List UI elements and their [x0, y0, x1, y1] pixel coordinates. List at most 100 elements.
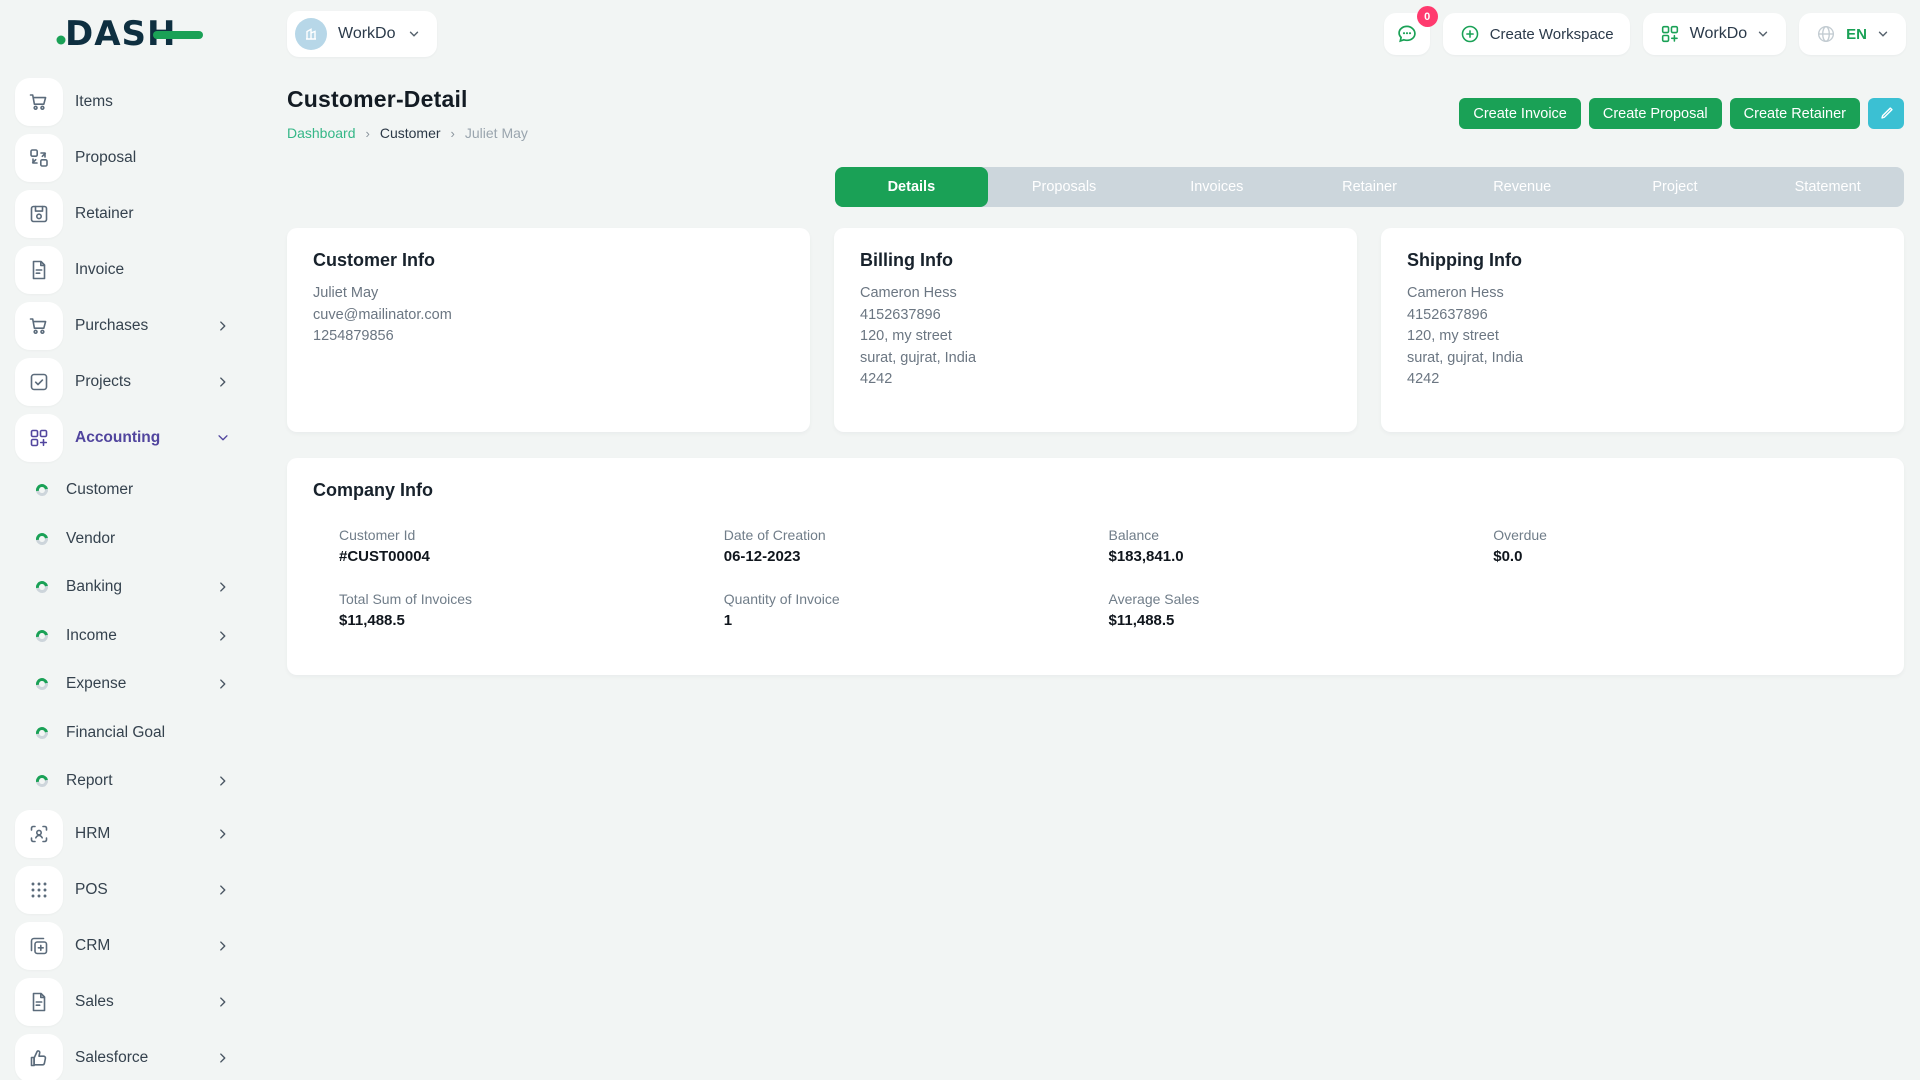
grid-plus-icon — [15, 414, 63, 462]
sidebar-item-report[interactable]: Report — [0, 757, 260, 806]
thumbs-up-icon — [15, 1034, 63, 1080]
field-label: Overdue — [1493, 527, 1878, 543]
breadcrumb-separator-icon: › — [451, 126, 455, 141]
submenu-bullet-icon — [34, 482, 51, 499]
submenu-bullet-icon — [34, 724, 51, 741]
chat-bubble-icon — [1395, 22, 1419, 46]
field-label: Customer Id — [339, 527, 724, 543]
sidebar-item-proposal[interactable]: Proposal — [0, 130, 260, 186]
sidebar-item-sales[interactable]: Sales — [0, 974, 260, 1030]
sidebar-item-label: Proposal — [75, 149, 136, 167]
sidebar-item-label: POS — [75, 881, 108, 899]
breadcrumb-customer-link[interactable]: Customer — [380, 125, 441, 141]
workdo-app-menu[interactable]: WorkDo — [1643, 13, 1787, 55]
breadcrumb-current: Juliet May — [465, 125, 528, 141]
sidebar-item-label: Report — [66, 772, 113, 790]
shipping-info-line: 120, my street — [1407, 326, 1878, 348]
building-icon — [303, 26, 319, 42]
sidebar-item-customer[interactable]: Customer — [0, 466, 260, 515]
shipping-info-line: 4242 — [1407, 369, 1878, 391]
create-workspace-button[interactable]: Create Workspace — [1443, 13, 1630, 55]
submenu-bullet-icon — [34, 530, 51, 547]
tab-statement[interactable]: Statement — [1751, 167, 1904, 207]
sidebar-item-financial-goal[interactable]: Financial Goal — [0, 709, 260, 758]
sidebar-item-label: Retainer — [75, 205, 134, 223]
create-invoice-button[interactable]: Create Invoice — [1459, 98, 1581, 129]
sidebar-item-expense[interactable]: Expense — [0, 660, 260, 709]
workspace-selector[interactable]: WorkDo — [287, 11, 437, 57]
tab-retainer[interactable]: Retainer — [1293, 167, 1446, 207]
pencil-icon — [1879, 106, 1894, 121]
shipping-info-card: Shipping Info Cameron Hess4152637896120, … — [1381, 228, 1904, 432]
customer-info-card: Customer InfoJuliet Maycuve@mailinator.c… — [287, 228, 810, 432]
customer-info-line: cuve@mailinator.com — [313, 305, 784, 327]
sidebar-item-pos[interactable]: POS — [0, 862, 260, 918]
sidebar-item-label: Income — [66, 627, 117, 645]
sidebar-item-label: Accounting — [75, 429, 160, 447]
workspace-name: WorkDo — [338, 25, 396, 43]
billing-info-line: 4152637896 — [860, 305, 1331, 327]
tab-proposals[interactable]: Proposals — [988, 167, 1141, 207]
sidebar-item-salesforce[interactable]: Salesforce — [0, 1030, 260, 1080]
submenu-bullet-icon — [34, 676, 51, 693]
company-info-card: Company Info Customer Id#CUST00004Date o… — [287, 458, 1904, 675]
sidebar-item-crm[interactable]: CRM — [0, 918, 260, 974]
customer-info-line: Juliet May — [313, 283, 784, 305]
company-field-balance: Balance$183,841.0 — [1109, 527, 1494, 565]
chevron-right-icon — [216, 883, 230, 897]
chevron-right-icon — [216, 774, 230, 788]
page-actions: Create Invoice Create Proposal Create Re… — [1459, 98, 1904, 129]
sidebar-item-banking[interactable]: Banking — [0, 563, 260, 612]
field-value: 1 — [724, 612, 1109, 629]
sidebar-item-income[interactable]: Income — [0, 612, 260, 661]
user-focus-icon — [15, 810, 63, 858]
chevron-right-icon — [216, 827, 230, 841]
brand-logo[interactable]: DASH — [55, 12, 205, 56]
breadcrumb-dashboard-link[interactable]: Dashboard — [287, 125, 356, 141]
language-selector[interactable]: EN — [1799, 13, 1906, 55]
messages-button[interactable]: 0 — [1384, 13, 1430, 55]
sidebar-item-label: Salesforce — [75, 1049, 148, 1067]
sidebar-item-accounting[interactable]: Accounting — [0, 410, 260, 466]
billing-info-card: Billing InfoCameron Hess4152637896120, m… — [834, 228, 1357, 432]
chevron-right-icon — [216, 580, 230, 594]
sidebar-item-purchases[interactable]: Purchases — [0, 298, 260, 354]
shipping-info-line: Cameron Hess — [1407, 283, 1878, 305]
company-field-total-sum-of-invoices: Total Sum of Invoices$11,488.5 — [339, 591, 724, 629]
tab-project[interactable]: Project — [1599, 167, 1752, 207]
company-field-average-sales: Average Sales$11,488.5 — [1109, 591, 1494, 629]
tab-details[interactable]: Details — [835, 167, 988, 207]
sidebar-item-vendor[interactable]: Vendor — [0, 515, 260, 564]
sidebar-item-retainer[interactable]: Retainer — [0, 186, 260, 242]
field-value: $183,841.0 — [1109, 548, 1494, 565]
chevron-right-icon — [216, 375, 230, 389]
sidebar-item-hrm[interactable]: HRM — [0, 806, 260, 862]
shipping-info-line: 4152637896 — [1407, 305, 1878, 327]
create-proposal-button[interactable]: Create Proposal — [1589, 98, 1722, 129]
create-retainer-button[interactable]: Create Retainer — [1730, 98, 1860, 129]
topbar: DASH WorkDo 0 Create — [0, 0, 1920, 62]
company-field-date-of-creation: Date of Creation06-12-2023 — [724, 527, 1109, 565]
sidebar-item-label: CRM — [75, 937, 110, 955]
field-value: 06-12-2023 — [724, 548, 1109, 565]
cart-icon — [15, 302, 63, 350]
sidebar-item-projects[interactable]: Projects — [0, 354, 260, 410]
sidebar-item-items[interactable]: Items — [0, 74, 260, 130]
tab-revenue[interactable]: Revenue — [1446, 167, 1599, 207]
globe-icon — [1815, 23, 1837, 45]
customer-info-line: 1254879856 — [313, 326, 784, 348]
sidebar-item-label: Projects — [75, 373, 131, 391]
create-workspace-label: Create Workspace — [1490, 26, 1614, 43]
check-square-icon — [15, 358, 63, 406]
sidebar-item-invoice[interactable]: Invoice — [0, 242, 260, 298]
copy-plus-icon — [15, 922, 63, 970]
edit-customer-button[interactable] — [1868, 98, 1904, 129]
sidebar-item-label: Vendor — [66, 530, 115, 548]
shipping-info-title: Shipping Info — [1407, 250, 1878, 271]
company-field-overdue: Overdue$0.0 — [1493, 527, 1878, 565]
tab-invoices[interactable]: Invoices — [1140, 167, 1293, 207]
page-title: Customer-Detail — [287, 86, 528, 113]
file-icon — [15, 978, 63, 1026]
chevron-right-icon — [216, 939, 230, 953]
chevron-down-icon — [407, 27, 421, 41]
